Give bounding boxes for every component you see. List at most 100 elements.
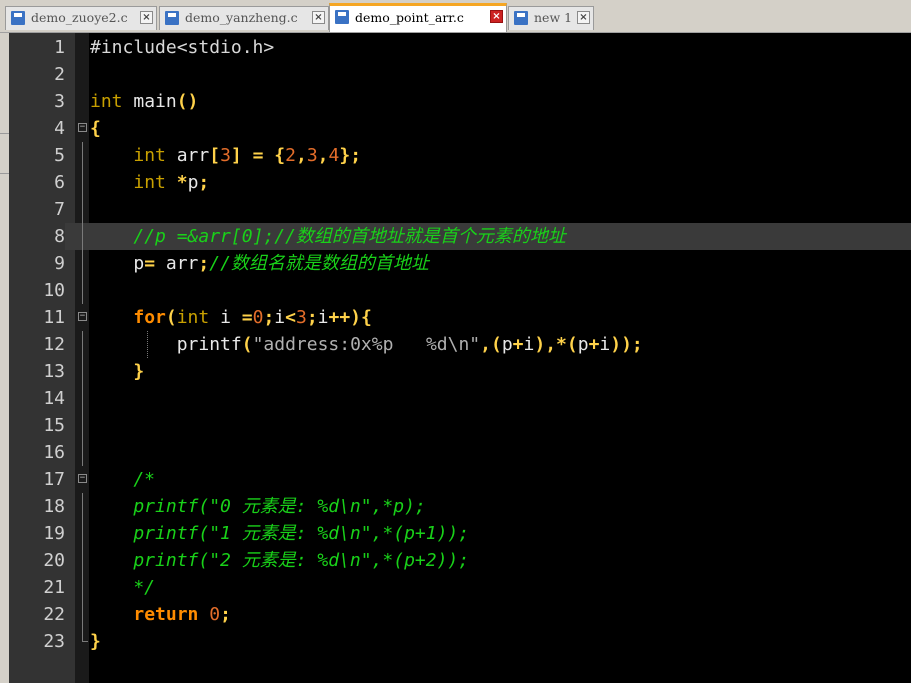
code-line[interactable]: 19 printf("1 元素是: %d\n",*(p+1)); <box>9 520 911 547</box>
line-number: 23 <box>43 631 65 652</box>
fold-line <box>82 412 83 439</box>
code-token: 0 <box>209 604 221 625</box>
tab-demo-point-arr[interactable]: demo_point_arr.c × <box>329 3 507 32</box>
code-line[interactable]: 1 #include<stdio.h> <box>9 34 911 61</box>
code-token: , <box>295 145 307 166</box>
code-text: return 0; <box>90 601 231 628</box>
code-text: int *p; <box>90 169 209 196</box>
code-token: #include<stdio.h> <box>90 37 275 58</box>
divider <box>0 133 9 134</box>
code-line[interactable]: 23} <box>9 628 911 655</box>
code-token: int <box>90 91 123 112</box>
code-text: int main() <box>90 88 198 115</box>
code-text: //p =&arr[0];//数组的首地址就是首个元素的地址 <box>90 223 566 250</box>
code-line[interactable]: 2 <box>9 61 911 88</box>
fold-line <box>82 277 83 304</box>
code-line[interactable]: 20 printf("2 元素是: %d\n",*(p+2)); <box>9 547 911 574</box>
code-text: printf("0 元素是: %d\n",*p); <box>90 493 426 520</box>
code-line[interactable]: 22 return 0; <box>9 601 911 628</box>
code-token: + <box>512 334 524 355</box>
code-token: 3 <box>295 307 307 328</box>
code-text: for(int i =0;i<3;i++){ <box>90 304 372 331</box>
code-token: i <box>274 307 286 328</box>
line-number: 5 <box>54 145 65 166</box>
code-token: int <box>133 145 166 166</box>
code-token: ++){ <box>328 307 372 328</box>
saved-file-icon <box>165 11 179 25</box>
code-token: i <box>317 307 329 328</box>
code-line[interactable]: 4 −{ <box>9 115 911 142</box>
code-line[interactable]: 21 */ <box>9 574 911 601</box>
code-token: i <box>209 307 242 328</box>
fold-line <box>82 547 83 574</box>
code-token: = <box>241 307 253 328</box>
line-number: 15 <box>43 415 65 436</box>
code-token: p <box>577 334 589 355</box>
fold-toggle-icon[interactable]: − <box>78 474 87 483</box>
code-line[interactable]: 12 printf("address:0x%p %d\n",(p+i),*(p+… <box>9 331 911 358</box>
close-icon[interactable]: × <box>140 11 153 24</box>
code-line[interactable]: 9 p= arr;//数组名就是数组的首地址 <box>9 250 911 277</box>
code-token: printf("0 元素是: %d\n",*p); <box>90 496 426 517</box>
tab-demo-zuoye2[interactable]: demo_zuoye2.c × <box>5 6 157 30</box>
line-number: 8 <box>9 223 65 250</box>
fold-line <box>82 196 83 223</box>
line-number: 18 <box>43 496 65 517</box>
code-text: /* <box>90 466 155 493</box>
code-line[interactable]: 8 //p =&arr[0];//数组的首地址就是首个元素的地址 <box>9 223 911 250</box>
code-line[interactable]: 10 <box>9 277 911 304</box>
code-token: }; <box>339 145 362 166</box>
code-line[interactable]: 17 − /* <box>9 466 911 493</box>
code-token: + <box>588 334 600 355</box>
line-number: 4 <box>54 118 65 139</box>
fold-toggle-icon[interactable]: − <box>78 312 87 321</box>
tab-label: demo_yanzheng.c <box>185 10 298 25</box>
line-number: 21 <box>43 577 65 598</box>
code-line[interactable]: 7 <box>9 196 911 223</box>
code-line[interactable]: 13 } <box>9 358 911 385</box>
code-line[interactable]: 16 <box>9 439 911 466</box>
saved-file-icon <box>335 10 349 24</box>
code-line[interactable]: 18 printf("0 元素是: %d\n",*p); <box>9 493 911 520</box>
code-editor[interactable]: 1 #include<stdio.h> 2 3 int main() 4−{5 int a… <box>9 33 911 683</box>
code-token: () <box>176 91 199 112</box>
code-token: { <box>90 118 101 139</box>
code-token: } <box>90 631 101 652</box>
code-token: p <box>90 253 145 274</box>
line-number: 9 <box>54 253 65 274</box>
left-panel-edge <box>0 33 9 683</box>
code-token: 2 <box>285 145 296 166</box>
close-icon[interactable]: × <box>577 11 590 24</box>
tab-label: new 1 <box>534 10 573 25</box>
close-icon[interactable]: × <box>312 11 325 24</box>
code-token: i <box>599 334 611 355</box>
code-token: "address:0x%p %d\n" <box>252 334 481 355</box>
code-line[interactable]: 5 int arr[3] = {2,3,4}; <box>9 142 911 169</box>
code-line[interactable]: 15 <box>9 412 911 439</box>
code-lines[interactable]: 1 #include<stdio.h> 2 3 int main() 4−{5 int a… <box>9 34 911 655</box>
code-text: printf("1 元素是: %d\n",*(p+1)); <box>90 520 469 547</box>
tab-new-1[interactable]: new 1 × <box>508 6 594 30</box>
code-token: arr <box>165 145 210 166</box>
code-token: ,( <box>480 334 502 355</box>
code-line[interactable]: 3 int main() <box>9 88 911 115</box>
fold-line <box>82 439 83 466</box>
code-line[interactable]: 6 int *p; <box>9 169 911 196</box>
code-token: return <box>133 604 199 625</box>
code-line[interactable]: 11− for(int i =0;i<3;i++){ <box>9 304 911 331</box>
code-token: printf("2 元素是: %d\n",*(p+2)); <box>90 550 470 571</box>
fold-toggle-icon[interactable]: − <box>78 123 87 132</box>
fold-line <box>82 385 83 412</box>
close-icon[interactable]: × <box>490 10 503 23</box>
code-token: } <box>133 361 145 382</box>
line-number: 7 <box>54 199 65 220</box>
code-token: * <box>176 172 188 193</box>
tab-demo-yanzheng[interactable]: demo_yanzheng.c × <box>159 6 329 30</box>
code-text: { <box>90 115 101 142</box>
code-token: ; <box>220 604 231 625</box>
code-line[interactable]: 14 <box>9 385 911 412</box>
